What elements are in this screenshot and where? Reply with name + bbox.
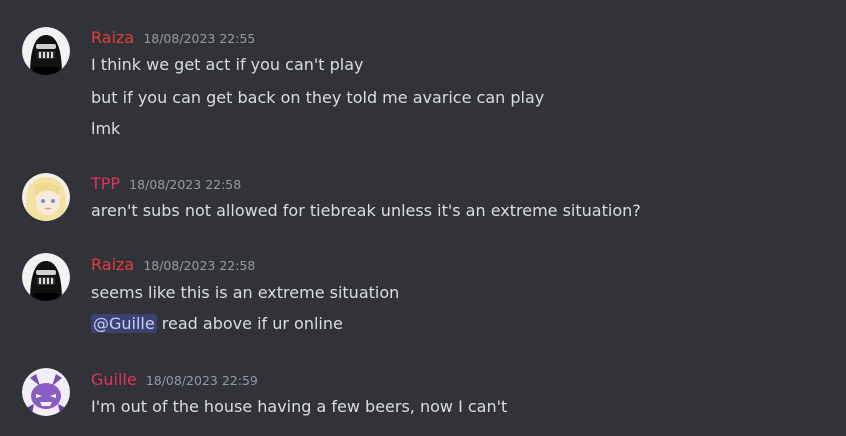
- username[interactable]: Raiza: [91, 28, 134, 47]
- message-text-with-mention: @Guille read above if ur online: [91, 313, 343, 335]
- timestamp[interactable]: 18/08/2023 22:58: [129, 177, 241, 192]
- masked-face-avatar-icon: [22, 27, 70, 75]
- anime-girl-avatar-icon: [22, 173, 70, 221]
- message-text: I think we get act if you can't play: [91, 55, 364, 74]
- avatar[interactable]: [22, 173, 70, 221]
- timestamp[interactable]: 18/08/2023 22:59: [146, 373, 258, 388]
- purple-creature-avatar-icon: [22, 368, 70, 416]
- username[interactable]: Guille: [91, 370, 137, 389]
- message-text: aren't subs not allowed for tiebreak unl…: [91, 201, 641, 220]
- message-text: I'm out of the house having a few beers,…: [91, 397, 508, 416]
- timestamp[interactable]: 18/08/2023 22:58: [143, 258, 255, 273]
- message-header: Guille 18/08/2023 22:59: [91, 369, 258, 392]
- mention-line-text: read above if ur online: [156, 314, 343, 333]
- message-header: Raiza 18/08/2023 22:58: [91, 254, 255, 277]
- timestamp[interactable]: 18/08/2023 22:55: [143, 31, 255, 46]
- avatar[interactable]: [22, 368, 70, 416]
- message-header: TPP 18/08/2023 22:58: [91, 173, 241, 196]
- message-text: but if you can get back on they told me …: [91, 88, 545, 107]
- message-text: seems like this is an extreme situation: [91, 283, 400, 302]
- avatar[interactable]: [22, 253, 70, 301]
- user-mention[interactable]: @Guille: [91, 314, 157, 333]
- masked-face-avatar-icon: [22, 253, 70, 301]
- username[interactable]: Raiza: [91, 255, 134, 274]
- message-header: Raiza 18/08/2023 22:55: [91, 27, 255, 50]
- username[interactable]: TPP: [91, 174, 120, 193]
- avatar[interactable]: [22, 27, 70, 75]
- message-text: lmk: [91, 119, 121, 138]
